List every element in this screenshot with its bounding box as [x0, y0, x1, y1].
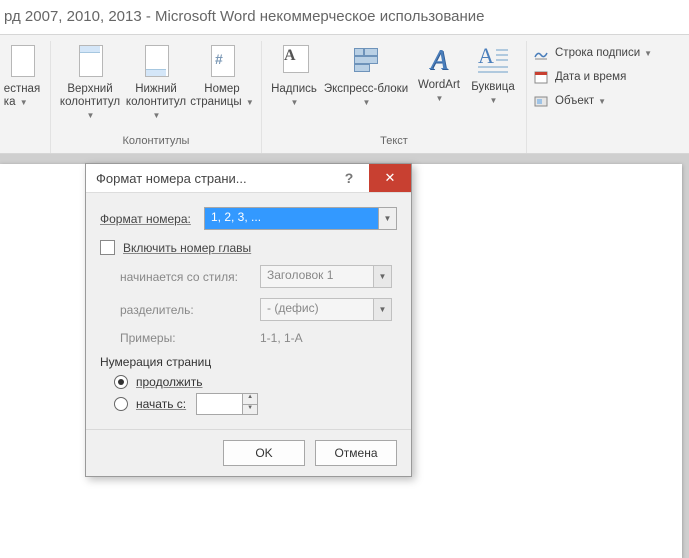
close-icon: ✕: [385, 170, 396, 186]
spin-down-icon[interactable]: ▼: [243, 405, 257, 415]
chevron-down-icon: ▼: [87, 111, 95, 120]
truncated-label-1: естная: [4, 83, 40, 95]
chevron-down-icon: ▼: [373, 299, 391, 320]
quick-parts-icon: [349, 43, 383, 79]
signature-icon: [533, 45, 549, 61]
dialog-title: Формат номера страни...: [96, 171, 329, 186]
datetime-label: Дата и время: [555, 71, 626, 83]
number-format-combo[interactable]: 1, 2, 3, ... ▼: [204, 207, 397, 230]
header-button[interactable]: Верхний колонтитул ▼: [57, 41, 123, 122]
calendar-icon: [533, 69, 549, 85]
chevron-down-icon: ▼: [291, 98, 299, 107]
object-button[interactable]: Объект ▼: [531, 91, 654, 111]
separator-value: - (дефис): [261, 299, 373, 320]
chevron-down-icon: ▼: [598, 97, 606, 106]
start-at-radio[interactable]: [114, 397, 128, 411]
spin-up-icon[interactable]: ▲: [243, 394, 257, 405]
chapter-style-label: начинается со стиля:: [120, 270, 260, 284]
page-number-icon: #: [205, 43, 239, 79]
wordart-label: WordArt: [418, 79, 460, 91]
group-label-text: Текст: [380, 135, 408, 150]
continue-radio[interactable]: [114, 375, 128, 389]
chevron-down-icon: ▼: [153, 111, 161, 120]
separator-combo: - (дефис) ▼: [260, 298, 392, 321]
header-icon: [73, 43, 107, 79]
start-at-label: начать с:: [136, 397, 186, 411]
header-label-1: Верхний: [67, 83, 112, 95]
sigline-label: Строка подписи: [555, 47, 640, 59]
separator-label: разделитель:: [120, 303, 260, 317]
start-at-value: [197, 394, 242, 414]
header-label-2: колонтитул: [60, 96, 120, 108]
chevron-down-icon: ▼: [373, 266, 391, 287]
chevron-down-icon: ▼: [644, 49, 652, 58]
pgnum-label-1: Номер: [204, 83, 239, 95]
page-icon: [5, 43, 39, 79]
quickparts-label: Экспресс-блоки: [324, 83, 408, 95]
ok-button[interactable]: OK: [223, 440, 305, 466]
ribbon-item-truncated[interactable]: естная ка ▼: [0, 41, 44, 109]
textbox-label: Надпись: [271, 83, 317, 95]
examples-label: Примеры:: [120, 331, 260, 345]
continue-label: продолжить: [136, 375, 202, 389]
signature-line-button[interactable]: Строка подписи ▼: [531, 43, 654, 63]
cancel-label: Отмена: [334, 446, 377, 460]
dialog-titlebar[interactable]: Формат номера страни... ? ✕: [86, 164, 411, 193]
cancel-button[interactable]: Отмена: [315, 440, 397, 466]
drop-cap-icon: A: [476, 43, 510, 79]
wordart-button[interactable]: A WordArt ▼: [412, 41, 466, 105]
chevron-down-icon: ▼: [490, 96, 498, 105]
drop-cap-button[interactable]: A Буквица ▼: [466, 41, 520, 107]
start-at-input[interactable]: ▲ ▼: [196, 393, 258, 415]
dialog-help-button[interactable]: ?: [329, 164, 369, 192]
number-format-value: 1, 2, 3, ...: [205, 208, 378, 229]
help-icon: ?: [345, 170, 354, 186]
dialog-close-button[interactable]: ✕: [369, 164, 411, 192]
object-label: Объект: [555, 95, 594, 107]
page-number-format-dialog: Формат номера страни... ? ✕ Формат номер…: [85, 163, 412, 477]
ribbon: естная ка ▼ Верхний колонтитул ▼: [0, 35, 689, 154]
object-icon: [533, 93, 549, 109]
ok-label: OK: [255, 446, 272, 460]
chevron-down-icon: ▼: [436, 94, 444, 103]
chevron-down-icon: ▼: [20, 98, 28, 107]
chapter-style-combo: Заголовок 1 ▼: [260, 265, 392, 288]
pgnum-label-2: страницы: [190, 96, 241, 108]
include-chapter-checkbox[interactable]: [100, 240, 115, 255]
chevron-down-icon: ▼: [363, 98, 371, 107]
footer-label-1: Нижний: [135, 83, 177, 95]
dropcap-label: Буквица: [471, 81, 515, 93]
textbox-icon: A: [277, 43, 311, 79]
page-number-button[interactable]: # Номер страницы ▼: [189, 41, 255, 109]
group-label-colontitles: Колонтитулы: [123, 135, 190, 150]
footer-button[interactable]: Нижний колонтитул ▼: [123, 41, 189, 122]
chevron-down-icon[interactable]: ▼: [378, 208, 396, 229]
truncated-label-2: ка: [4, 96, 16, 108]
textbox-button[interactable]: A Надпись ▼: [268, 41, 320, 109]
number-format-label: Формат номера:: [100, 212, 204, 226]
footer-label-2: колонтитул: [126, 96, 186, 108]
footer-icon: [139, 43, 173, 79]
page-numbering-label: Нумерация страниц: [100, 355, 397, 369]
include-chapter-label: Включить номер главы: [123, 241, 251, 255]
wordart-icon: A: [430, 43, 447, 77]
group-label-empty: [20, 135, 23, 150]
chapter-style-value: Заголовок 1: [261, 266, 373, 287]
quick-parts-button[interactable]: Экспресс-блоки ▼: [320, 41, 412, 109]
date-time-button[interactable]: Дата и время: [531, 67, 654, 87]
examples-value: 1-1, 1-A: [260, 331, 303, 345]
window-title: рд 2007, 2010, 2013 - Microsoft Word нек…: [0, 0, 689, 34]
chevron-down-icon: ▼: [246, 98, 254, 107]
